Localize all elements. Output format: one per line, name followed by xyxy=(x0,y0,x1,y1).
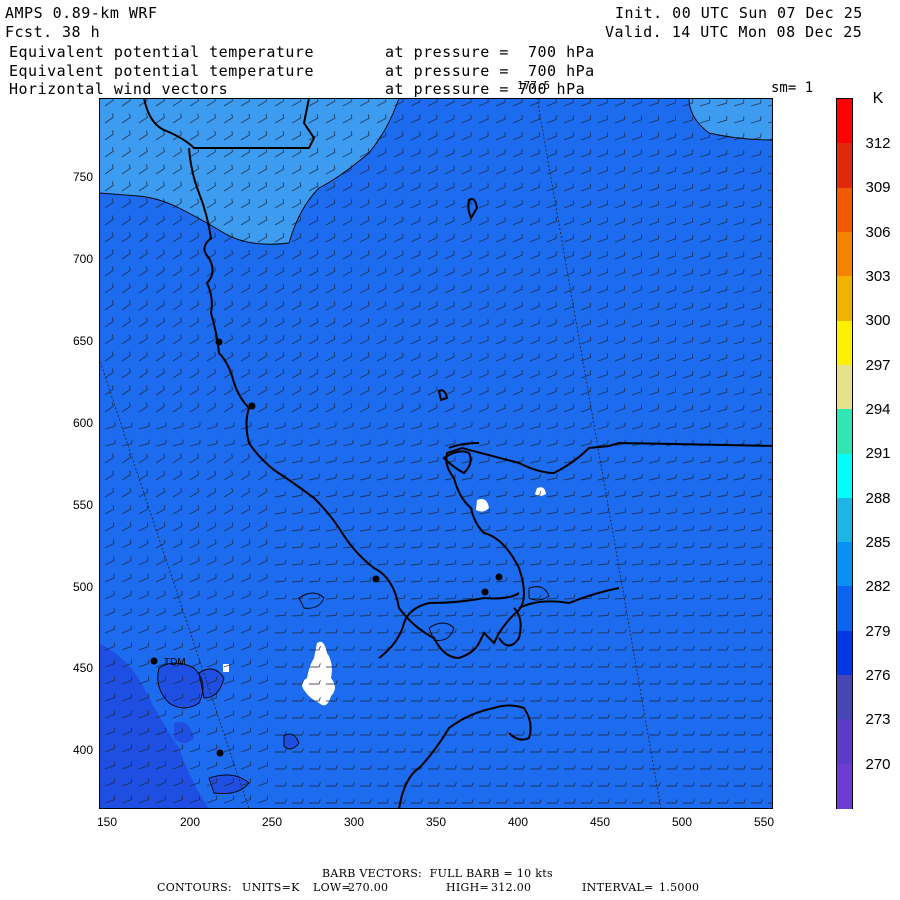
y-tick-label: 550 xyxy=(72,498,93,512)
colorbar-label: 294 xyxy=(865,401,891,418)
x-tick-label: 350 xyxy=(425,815,447,829)
forecast-label: Fcst. xyxy=(5,23,53,41)
smoothing-label: sm= 1 xyxy=(771,80,814,96)
x-tick-label: 150 xyxy=(96,815,118,829)
field2-name: Equivalent potential temperature xyxy=(9,62,314,80)
colorbar-label: 279 xyxy=(865,623,891,640)
y-tick-label: 750 xyxy=(72,170,93,184)
station-marker xyxy=(372,575,380,583)
station-marker xyxy=(150,657,158,665)
colorbar-segment xyxy=(837,630,852,676)
station-marker xyxy=(248,402,256,410)
x-tick-label: 450 xyxy=(589,815,611,829)
field1-level: at pressure = 700 hPa xyxy=(385,43,595,61)
forecast-hours: 38 h xyxy=(62,23,101,41)
contour-label: CONTOURS: xyxy=(157,881,232,894)
colorbar-segment xyxy=(837,320,852,366)
y-tick-label: 500 xyxy=(72,580,93,594)
colorbar-label: 306 xyxy=(865,224,891,241)
contour-interval-value: 1.5000 xyxy=(659,881,700,894)
contour-low-value: 270.00 xyxy=(348,881,389,894)
contour-units: UNITS=K xyxy=(242,881,300,894)
colorbar-segment xyxy=(837,497,852,543)
contour-low-label: LOW= xyxy=(313,881,352,894)
colorbar-segment xyxy=(837,143,852,189)
x-tick-label: 550 xyxy=(753,815,775,829)
colorbar-segment xyxy=(837,409,852,454)
colorbar-label: 312 xyxy=(865,135,891,152)
station-marker xyxy=(481,588,489,596)
colorbar-segment xyxy=(837,453,852,499)
station-marker xyxy=(216,749,224,757)
contour-high-value: 312.00 xyxy=(491,881,532,894)
y-tick-label: 650 xyxy=(72,334,93,348)
colorbar-label: 285 xyxy=(865,534,891,551)
field3-level: at pressure = 700 hPa xyxy=(385,80,586,98)
longitude-label: 177.5 xyxy=(517,79,551,92)
field3-name: Horizontal wind vectors xyxy=(9,80,229,98)
colorbar-label: 303 xyxy=(865,268,891,285)
colorbar-label: 282 xyxy=(865,578,891,595)
contour-interval-label: INTERVAL= xyxy=(582,881,654,894)
colorbar-segment xyxy=(837,276,852,322)
colorbar-label: 300 xyxy=(865,312,891,329)
y-tick-label: 700 xyxy=(72,252,93,266)
x-tick-label: 200 xyxy=(179,815,201,829)
colorbar-segment xyxy=(837,586,852,632)
contour-high-label: HIGH= xyxy=(446,881,490,894)
x-tick-label: 250 xyxy=(261,815,283,829)
station-marker xyxy=(495,573,503,581)
colorbar-label: 273 xyxy=(865,711,891,728)
x-tick-label: 300 xyxy=(343,815,365,829)
colorbar-label: 270 xyxy=(865,756,891,773)
colorbar-segment xyxy=(837,187,852,233)
colorbar-unit: K xyxy=(872,90,884,107)
station-marker xyxy=(215,338,223,346)
field2-level: at pressure = 700 hPa xyxy=(385,62,595,80)
colorbar-segment xyxy=(837,364,852,410)
colorbar-label: 297 xyxy=(865,357,891,374)
x-tick-label: 500 xyxy=(671,815,693,829)
colorbar xyxy=(836,98,853,809)
valid-time: Valid. 14 UTC Mon 08 Dec 25 xyxy=(605,23,863,41)
colorbar-segment xyxy=(837,719,852,765)
colorbar-segment xyxy=(837,99,852,144)
station-label: TDM xyxy=(164,657,186,668)
colorbar-segment xyxy=(837,675,852,720)
map-plot: TDM xyxy=(99,98,773,809)
colorbar-label: 291 xyxy=(865,445,891,462)
colorbar-label: 288 xyxy=(865,490,891,507)
field1-name: Equivalent potential temperature xyxy=(9,43,314,61)
colorbar-segment xyxy=(837,542,852,587)
x-tick-label: 400 xyxy=(507,815,529,829)
colorbar-label: 309 xyxy=(865,179,891,196)
y-tick-label: 450 xyxy=(72,661,93,675)
colorbar-segment xyxy=(837,231,852,277)
y-tick-label: 400 xyxy=(72,743,93,757)
y-tick-label: 600 xyxy=(72,416,93,430)
init-time: Init. 00 UTC Sun 07 Dec 25 xyxy=(615,4,863,22)
colorbar-label: 276 xyxy=(865,667,891,684)
barb-legend: BARB VECTORS: FULL BARB = 10 kts xyxy=(322,867,553,880)
colorbar-segment xyxy=(837,763,852,809)
model-title: AMPS 0.89-km WRF xyxy=(5,4,158,22)
